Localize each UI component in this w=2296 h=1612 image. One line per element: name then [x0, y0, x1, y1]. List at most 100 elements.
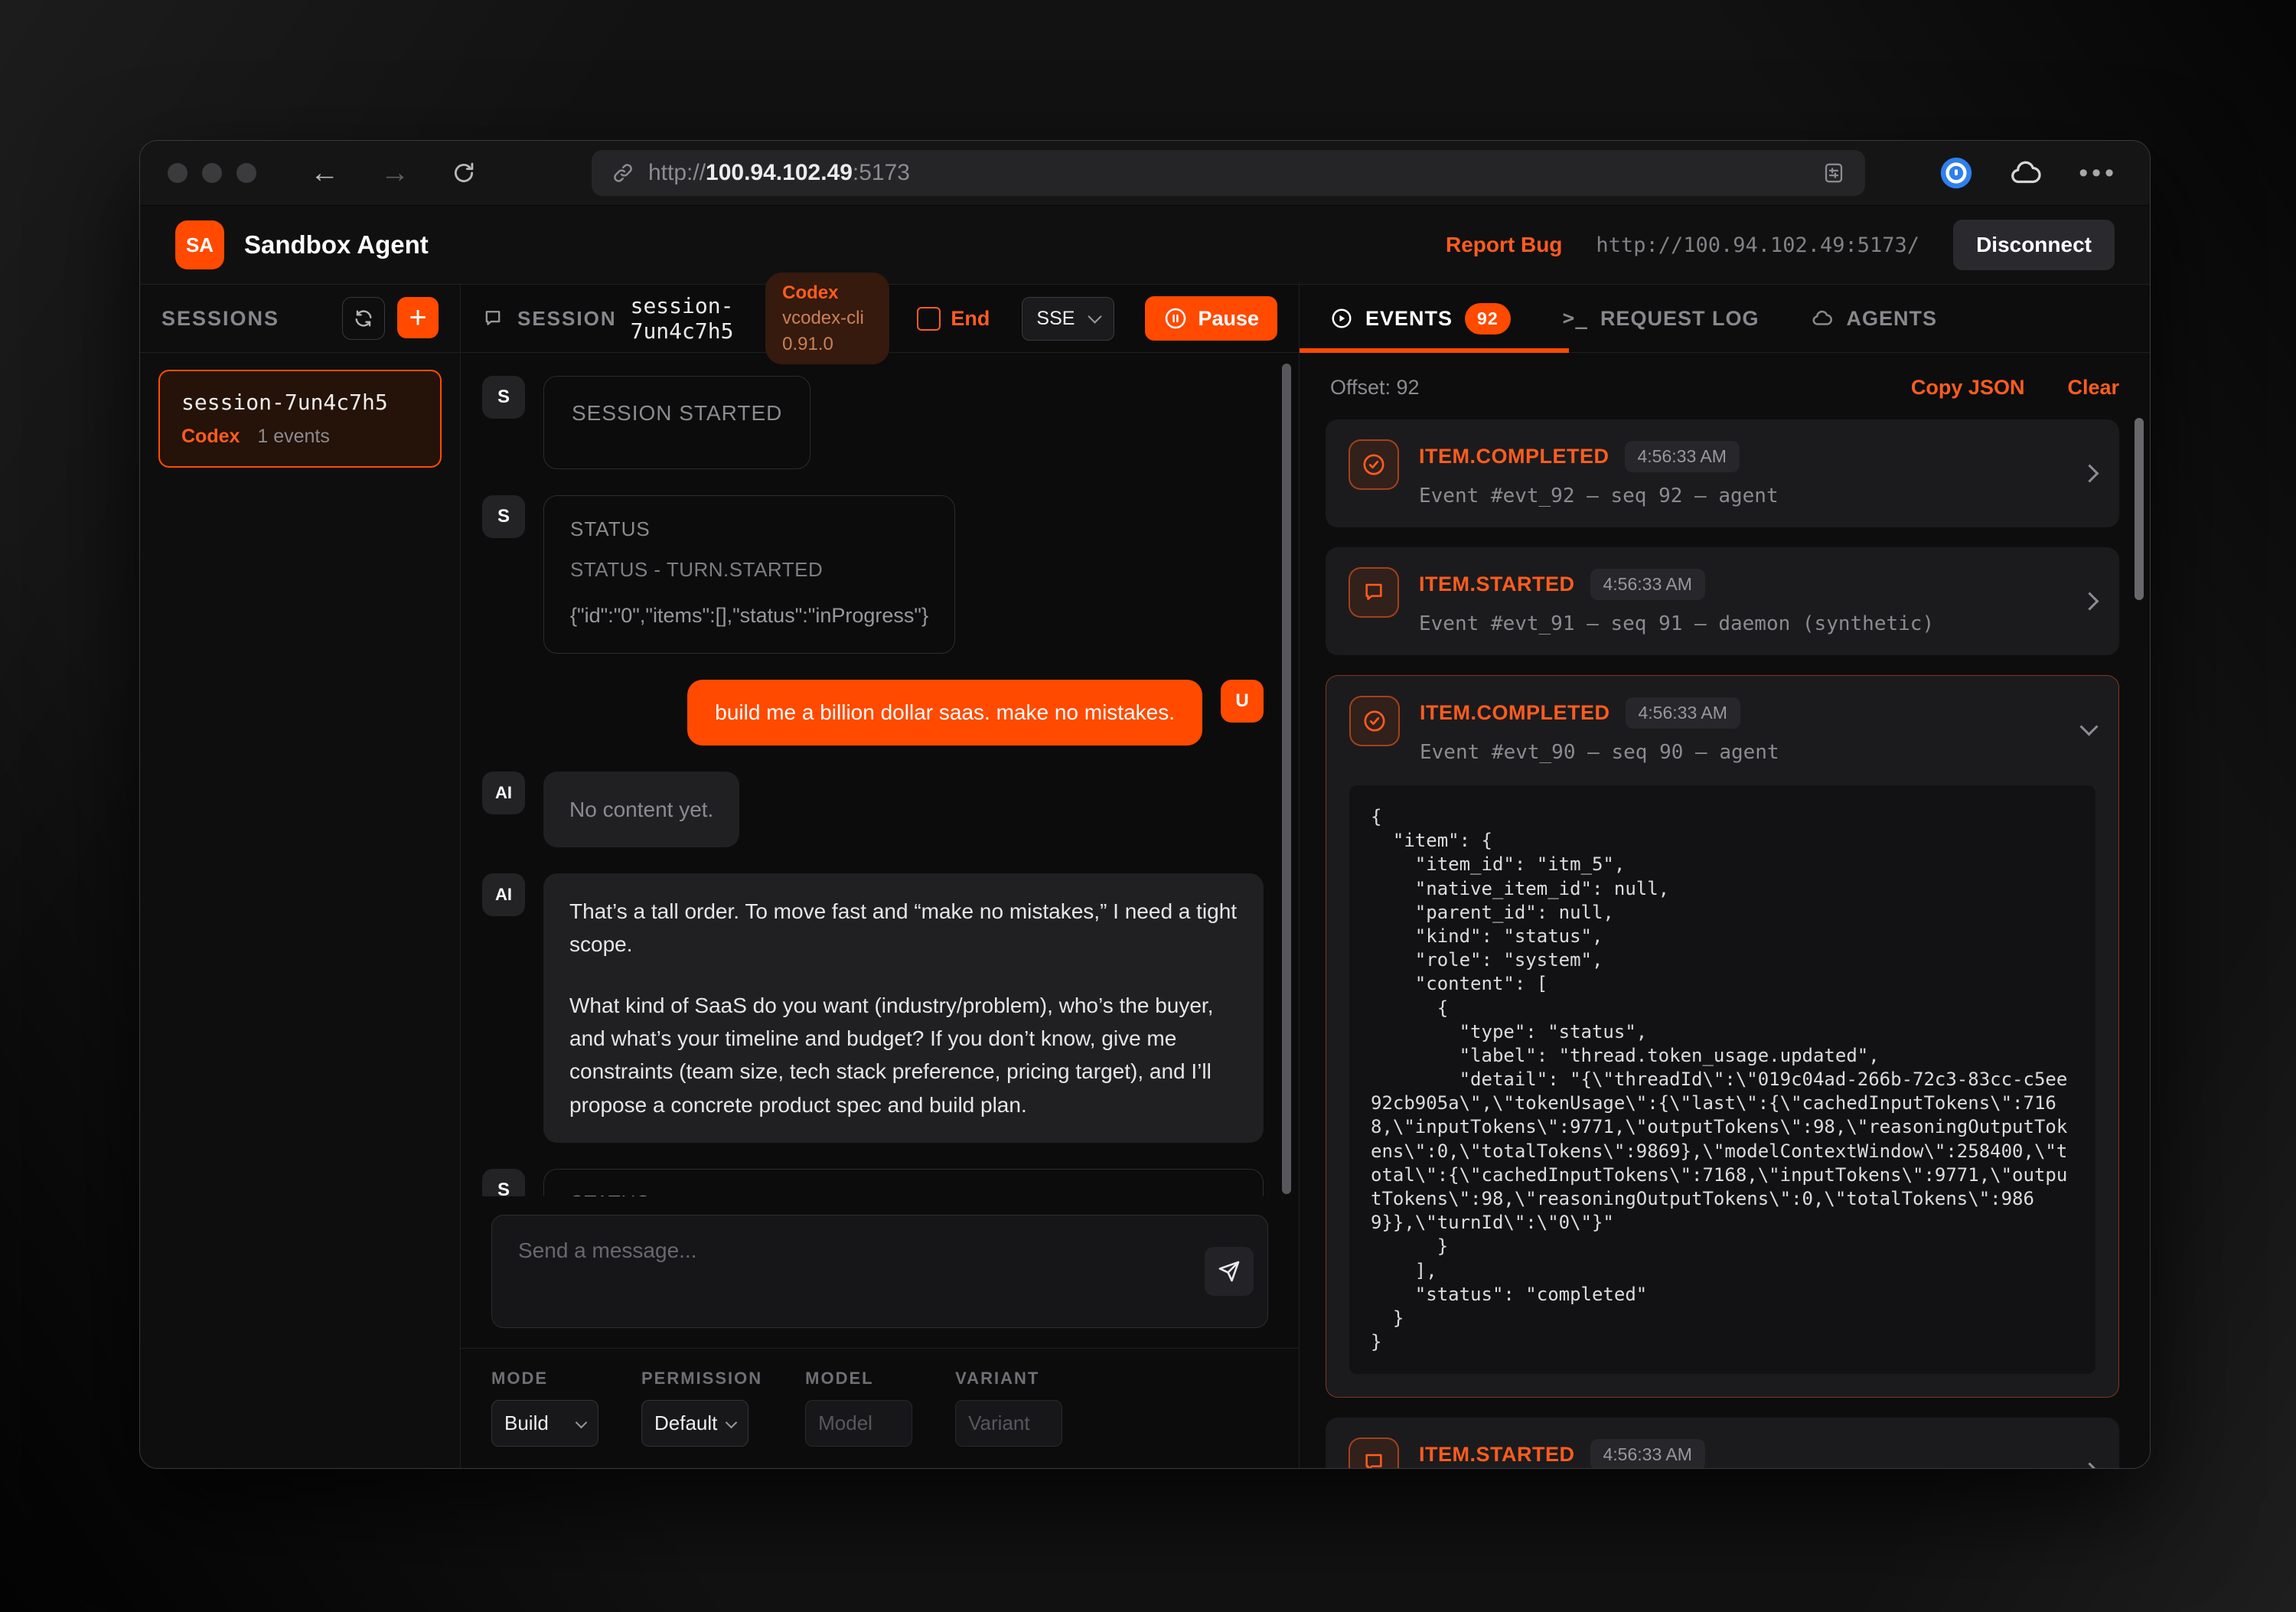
- close-window-button[interactable]: [168, 163, 188, 183]
- back-icon[interactable]: ←: [310, 158, 339, 188]
- event-payload-json: { "item": { "item_id": "itm_5", "native_…: [1349, 785, 2095, 1374]
- status-label: STATUS: [570, 517, 928, 541]
- app-header: SA Sandbox Agent Report Bug http://100.9…: [140, 206, 2150, 285]
- tab-agents-label: AGENTS: [1846, 307, 1937, 331]
- transport-select[interactable]: SSE: [1022, 297, 1114, 341]
- sessions-sidebar: SESSIONS + session-7un4c7h5 Codex 1 even…: [140, 285, 461, 1469]
- server-url: http://100.94.102.49:5173/: [1596, 233, 1919, 257]
- status-label: STATUS: [570, 1191, 1237, 1196]
- end-session-control[interactable]: End: [917, 307, 990, 331]
- system-avatar: S: [482, 495, 525, 538]
- reload-icon[interactable]: [451, 160, 477, 186]
- event-card[interactable]: ITEM.STARTED 4:56:33 AM Event #evt_89 – …: [1326, 1418, 2119, 1469]
- report-bug-link[interactable]: Report Bug: [1446, 233, 1562, 257]
- zoom-window-button[interactable]: [236, 163, 256, 183]
- check-circle-icon: [1349, 696, 1400, 746]
- status-payload: {"id":"0","items":[],"status":"inProgres…: [570, 600, 928, 631]
- model-control: MODEL: [805, 1369, 912, 1447]
- url-host: 100.94.102.49: [706, 160, 853, 186]
- pause-button[interactable]: Pause: [1145, 296, 1277, 341]
- event-card[interactable]: ITEM.COMPLETED 4:56:33 AM Event #evt_92 …: [1326, 419, 2119, 527]
- sessions-header: SESSIONS +: [140, 285, 460, 353]
- copy-json-button[interactable]: Copy JSON: [1911, 376, 2025, 400]
- tab-events-label: EVENTS: [1365, 307, 1453, 331]
- system-avatar: S: [482, 376, 525, 419]
- badge-version: vcodex-cli 0.91.0: [782, 308, 864, 354]
- tab-events[interactable]: EVENTS 92: [1330, 303, 1511, 334]
- disconnect-button[interactable]: Disconnect: [1953, 220, 2115, 270]
- session-label: SESSION: [517, 307, 617, 331]
- message-input[interactable]: [492, 1216, 1267, 1327]
- chevron-right-icon[interactable]: [2080, 1463, 2099, 1469]
- event-time: 4:56:33 AM: [1626, 697, 1740, 729]
- assistant-avatar: AI: [482, 772, 525, 814]
- events-toolbar: Offset: 92 Copy JSON Clear: [1300, 353, 2150, 416]
- chevron-right-icon[interactable]: [2080, 464, 2099, 482]
- events-list: ITEM.COMPLETED 4:56:33 AM Event #evt_92 …: [1300, 416, 2150, 1469]
- user-bubble: build me a billion dollar saas. make no …: [687, 680, 1202, 746]
- chat-bubble-icon: [482, 308, 504, 329]
- events-offset: Offset: 92: [1330, 376, 1420, 400]
- model-input[interactable]: [805, 1400, 912, 1447]
- model-label: MODEL: [805, 1369, 912, 1388]
- end-checkbox[interactable]: [917, 307, 941, 331]
- active-tab-underline: [1300, 348, 1569, 353]
- clear-events-button[interactable]: Clear: [2067, 376, 2119, 400]
- system-avatar: S: [482, 1169, 525, 1196]
- assistant-message: AI No content yet.: [482, 772, 1264, 847]
- minimize-window-button[interactable]: [202, 163, 222, 183]
- send-button[interactable]: [1205, 1247, 1254, 1296]
- status-bubble: STATUS STATUS - TURN.STARTED {"id":"0","…: [543, 495, 955, 654]
- check-circle-icon: [1349, 439, 1399, 490]
- permission-value: Default: [654, 1411, 717, 1435]
- session-controls: MODE Build PERMISSION Default MODEL: [461, 1348, 1299, 1469]
- chevron-right-icon[interactable]: [2080, 592, 2099, 610]
- user-avatar: U: [1221, 680, 1264, 723]
- address-bar[interactable]: http://100.94.102.49:5173: [592, 150, 1865, 196]
- user-message: build me a billion dollar saas. make no …: [482, 680, 1264, 746]
- refresh-icon: [353, 308, 374, 329]
- agent-version-badge: Codex vcodex-cli 0.91.0: [765, 272, 889, 365]
- variant-input[interactable]: [955, 1400, 1062, 1447]
- page-settings-icon[interactable]: [1822, 162, 1845, 184]
- chevron-down-icon: [1088, 309, 1102, 323]
- cloud-icon[interactable]: [2008, 155, 2043, 191]
- refresh-sessions-button[interactable]: [342, 297, 385, 340]
- more-menu-icon[interactable]: •••: [2079, 158, 2118, 188]
- assistant-paragraph: That’s a tall order. To move fast and “m…: [569, 895, 1238, 961]
- system-message: S STATUS STATUS - THREAD.TOKEN_USAGE.UPD…: [482, 1169, 1264, 1196]
- event-time: 4:56:33 AM: [1590, 1439, 1705, 1469]
- mode-select[interactable]: Build: [491, 1400, 598, 1447]
- event-card-expanded[interactable]: ITEM.COMPLETED 4:56:33 AM Event #evt_90 …: [1326, 675, 2119, 1398]
- message-bubble: SESSION STARTED: [543, 376, 810, 469]
- events-scrollbar[interactable]: [2135, 418, 2144, 600]
- password-manager-icon[interactable]: [1939, 156, 1973, 190]
- forward-icon[interactable]: →: [380, 158, 409, 188]
- chat-scrollbar[interactable]: [1282, 364, 1291, 1194]
- status-bubble: STATUS STATUS - THREAD.TOKEN_USAGE.UPDAT…: [543, 1169, 1264, 1196]
- permission-select[interactable]: Default: [641, 1400, 748, 1447]
- traffic-lights: [168, 163, 256, 183]
- browser-nav: ← →: [310, 158, 477, 188]
- session-list-item[interactable]: session-7un4c7h5 Codex 1 events: [158, 370, 442, 468]
- event-card[interactable]: ITEM.STARTED 4:56:33 AM Event #evt_91 – …: [1326, 547, 2119, 655]
- session-panel-header: SESSION session-7un4c7h5 Codex vcodex-cl…: [461, 285, 1299, 353]
- event-subtitle: Event #evt_90 – seq 90 – agent: [1420, 741, 2055, 764]
- tab-request-log[interactable]: >_ REQUEST LOG: [1563, 307, 1760, 331]
- assistant-avatar: AI: [482, 873, 525, 916]
- url-protocol: http://: [648, 160, 706, 186]
- event-time: 4:56:33 AM: [1625, 441, 1740, 472]
- chevron-down-icon[interactable]: [2079, 717, 2098, 736]
- composer: [461, 1196, 1299, 1348]
- permission-control: PERMISSION Default: [641, 1369, 762, 1447]
- pause-circle-icon: [1163, 306, 1188, 331]
- new-session-button[interactable]: +: [397, 297, 439, 338]
- badge-agent: Codex: [782, 282, 838, 303]
- browser-chrome: ← → http://100.94.102.49:5173 •••: [140, 141, 2150, 206]
- link-icon: [612, 162, 634, 184]
- cloud-icon: [1811, 307, 1834, 330]
- system-message: S STATUS STATUS - TURN.STARTED {"id":"0"…: [482, 495, 1264, 654]
- app-logo: SA: [175, 220, 224, 269]
- tab-agents[interactable]: AGENTS: [1811, 307, 1937, 331]
- permission-label: PERMISSION: [641, 1369, 762, 1388]
